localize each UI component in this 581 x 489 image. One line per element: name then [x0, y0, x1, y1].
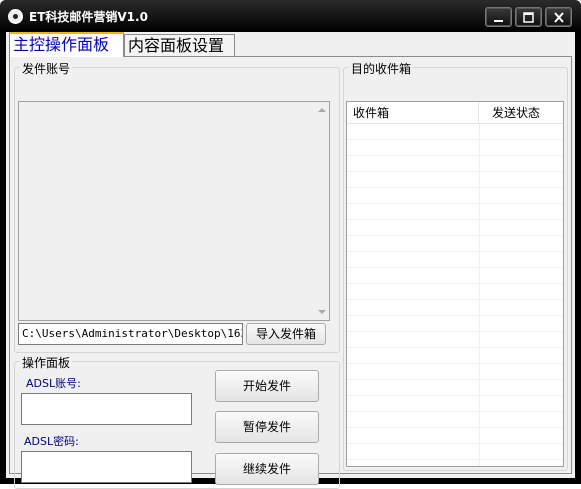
table-row[interactable] [347, 444, 563, 460]
table-row[interactable] [347, 220, 563, 236]
recipient-table[interactable]: 收件箱 发送状态 [346, 101, 564, 467]
close-icon [554, 12, 564, 23]
tab-main-control[interactable]: 主控操作面板 [9, 32, 124, 57]
minimize-button[interactable] [485, 7, 512, 27]
maximize-icon [523, 12, 534, 23]
sender-list-scrollbar[interactable] [315, 102, 329, 320]
table-row[interactable] [347, 348, 563, 364]
title-bar[interactable]: ET科技邮件营销V1.0 [0, 0, 581, 32]
sender-account-list[interactable] [18, 101, 330, 321]
import-sender-button[interactable]: 导入发件箱 [246, 323, 326, 345]
table-row[interactable] [347, 188, 563, 204]
minimize-icon [494, 20, 503, 22]
table-row[interactable] [347, 396, 563, 412]
column-header-status[interactable]: 发送状态 [479, 102, 563, 124]
main-window: ET科技邮件营销V1.0 主控操作面板 内容面板设置 发件账号 C:\Users… [0, 0, 581, 489]
sender-account-group-label: 发件账号 [20, 60, 73, 77]
table-row[interactable] [347, 156, 563, 172]
table-row[interactable] [347, 172, 563, 188]
table-row[interactable] [347, 412, 563, 428]
start-sending-button[interactable]: 开始发件 [215, 370, 319, 402]
tab-panel: 发件账号 C:\Users\Administrator\Desktop\163.… [9, 56, 572, 489]
table-row[interactable] [347, 428, 563, 444]
window-title: ET科技邮件营销V1.0 [29, 10, 148, 24]
adsl-password-input[interactable] [21, 451, 192, 483]
client-area: 主控操作面板 内容面板设置 发件账号 C:\Users\Administrato… [6, 32, 575, 489]
scroll-down-icon[interactable] [318, 310, 326, 314]
table-row[interactable] [347, 204, 563, 220]
column-header-inbox[interactable]: 收件箱 [347, 102, 479, 124]
scroll-up-icon[interactable] [318, 108, 326, 112]
close-button[interactable] [545, 7, 572, 27]
adsl-password-label: ADSL密码: [24, 435, 79, 448]
tab-content-settings[interactable]: 内容面板设置 [124, 34, 235, 56]
adsl-account-label: ADSL账号: [26, 377, 81, 390]
table-row[interactable] [347, 124, 563, 140]
table-row[interactable] [347, 252, 563, 268]
app-icon [8, 9, 23, 24]
table-row[interactable] [347, 380, 563, 396]
table-row[interactable] [347, 332, 563, 348]
table-row[interactable] [347, 268, 563, 284]
control-panel-group-label: 操作面板 [20, 354, 73, 371]
table-row[interactable] [347, 316, 563, 332]
sender-file-path-input[interactable]: C:\Users\Administrator\Desktop\163.tx [18, 323, 243, 345]
table-row[interactable] [347, 364, 563, 380]
continue-sending-button[interactable]: 继续发件 [215, 453, 319, 485]
table-row[interactable] [347, 140, 563, 156]
adsl-account-input[interactable] [21, 393, 192, 425]
table-row[interactable] [347, 236, 563, 252]
table-row[interactable] [347, 300, 563, 316]
recipient-table-header: 收件箱 发送状态 [347, 102, 563, 124]
maximize-button[interactable] [515, 7, 542, 27]
pause-sending-button[interactable]: 暂停发件 [215, 411, 319, 443]
recipient-group-label: 目的收件箱 [349, 60, 414, 77]
table-row[interactable] [347, 284, 563, 300]
